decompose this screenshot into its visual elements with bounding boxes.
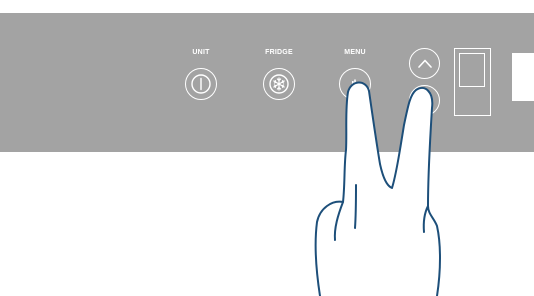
arrow-up-button[interactable]: [409, 48, 440, 79]
display-window: [459, 53, 485, 87]
side-slot: [512, 53, 534, 101]
menu-button[interactable]: [339, 68, 371, 100]
unit-button[interactable]: [185, 68, 217, 100]
fridge-button[interactable]: [263, 68, 295, 100]
fridge-label: FRIDGE: [265, 49, 293, 56]
chevron-down-icon: [417, 96, 432, 105]
menu-icon: [352, 79, 356, 86]
unit-label: UNIT: [192, 49, 210, 56]
power-icon: [191, 74, 211, 94]
display-frame: [454, 48, 491, 116]
snowflake-icon: [269, 74, 289, 94]
control-panel: UNIT FRIDGE MENU: [0, 13, 534, 152]
arrow-down-button[interactable]: [409, 85, 440, 116]
chevron-up-icon: [417, 59, 432, 68]
menu-label: MENU: [344, 49, 366, 56]
